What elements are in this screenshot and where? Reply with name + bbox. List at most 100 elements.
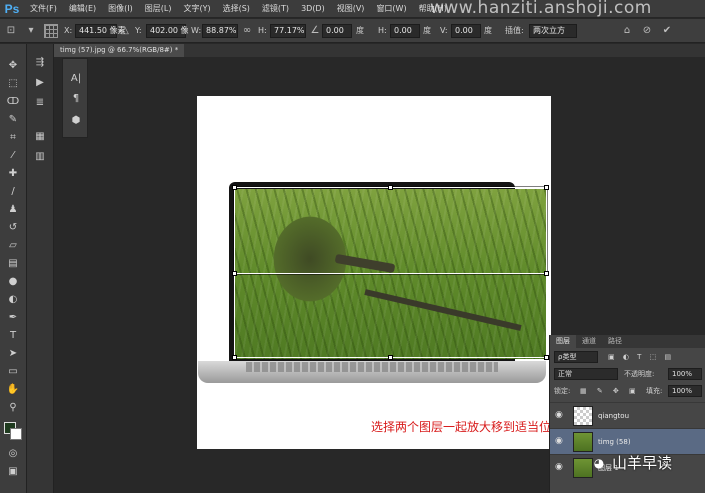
type-tool-icon[interactable]: T bbox=[4, 328, 22, 344]
rifle-scope bbox=[334, 253, 396, 274]
paragraph-icon[interactable]: ¶ bbox=[68, 91, 84, 107]
history-panel-icon[interactable]: ⇶ bbox=[32, 56, 48, 70]
document-tab[interactable]: timg (57).jpg @ 66.7%(RGB/8#) * bbox=[54, 44, 185, 57]
brush-panel-icon[interactable]: ≣ bbox=[32, 96, 48, 110]
x-field[interactable]: 441.50 像素 bbox=[75, 24, 126, 38]
eye-icon[interactable]: ◉ bbox=[555, 410, 565, 420]
skew-unit-v: 度 bbox=[484, 26, 492, 35]
lock-icons[interactable]: ▦ ✎ ✥ ▣ bbox=[580, 385, 640, 397]
hskew-field[interactable]: 0.00 bbox=[390, 24, 420, 38]
relative-delta-icon[interactable]: △ bbox=[118, 24, 132, 38]
history-brush-tool-icon[interactable]: ↺ bbox=[4, 220, 22, 236]
eye-icon[interactable]: ◉ bbox=[555, 462, 565, 472]
menu-file[interactable]: 文件(F) bbox=[24, 0, 63, 18]
hand-tool-icon[interactable]: ✋ bbox=[4, 382, 22, 398]
tab-channels[interactable]: 通道 bbox=[576, 335, 602, 348]
healing-tool-icon[interactable]: ✚ bbox=[4, 166, 22, 182]
screen-mode-icon[interactable]: ▣ bbox=[4, 464, 22, 480]
chevron-down-icon[interactable]: ▾ bbox=[24, 24, 38, 38]
menu-filter[interactable]: 滤镜(T) bbox=[256, 0, 295, 18]
crop-tool-icon[interactable]: ⌗ bbox=[4, 130, 22, 146]
transform-handle-top-left[interactable] bbox=[232, 185, 237, 190]
options-bar: ⊡ ▾ X: 441.50 像素 △ Y: 402.00 像 W: 88.87%… bbox=[0, 19, 705, 43]
3d-cube-icon[interactable]: ⬢ bbox=[68, 113, 84, 129]
background-color-swatch[interactable] bbox=[10, 428, 22, 440]
menu-edit[interactable]: 编辑(E) bbox=[63, 0, 102, 18]
filter-icons[interactable]: ▣ ◐ T ⬚ ▤ bbox=[608, 351, 674, 363]
menu-image[interactable]: 图像(I) bbox=[102, 0, 139, 18]
quick-select-tool-icon[interactable]: ✎ bbox=[4, 112, 22, 128]
quick-mask-icon[interactable]: ◎ bbox=[4, 446, 22, 462]
character-icon[interactable]: A| bbox=[68, 71, 84, 87]
checkmark-icon[interactable]: ✔ bbox=[660, 24, 674, 38]
angle-field[interactable]: 0.00 bbox=[322, 24, 352, 38]
stamp-tool-icon[interactable]: ♟ bbox=[4, 202, 22, 218]
properties-panel-icon[interactable]: ▦ bbox=[32, 130, 48, 144]
transform-handle-left[interactable] bbox=[232, 271, 237, 276]
gradient-tool-icon[interactable]: ▤ bbox=[4, 256, 22, 272]
opacity-label: 不透明度: bbox=[624, 370, 655, 378]
vskew-field[interactable]: 0.00 bbox=[451, 24, 481, 38]
warp-icon[interactable]: ⌂ bbox=[620, 24, 634, 38]
lock-row: 锁定: ▦ ✎ ✥ ▣ 填充: 100% bbox=[550, 384, 705, 399]
sniper-photo-layer[interactable] bbox=[235, 189, 546, 359]
dodge-tool-icon[interactable]: ◐ bbox=[4, 292, 22, 308]
reference-point-icon[interactable] bbox=[44, 24, 58, 38]
menu-3d[interactable]: 3D(D) bbox=[295, 0, 331, 18]
tool-bar: ✥ ⬚ ↀ ✎ ⌗ ⁄ ✚ / ♟ ↺ ▱ ▤ ● ◐ ✒ T ➤ ▭ ✋ ⚲ … bbox=[0, 44, 27, 493]
transform-handle-right[interactable] bbox=[544, 271, 549, 276]
fill-label: 填充: bbox=[646, 387, 663, 395]
tab-paths[interactable]: 路径 bbox=[602, 335, 628, 348]
transform-handle-top-right[interactable] bbox=[544, 185, 549, 190]
tab-layers[interactable]: 图层 bbox=[550, 335, 576, 348]
hskew-label: H: bbox=[378, 26, 387, 35]
fill-field[interactable]: 100% bbox=[668, 385, 702, 397]
angle-unit: 度 bbox=[356, 26, 364, 35]
blur-tool-icon[interactable]: ● bbox=[4, 274, 22, 290]
y-field[interactable]: 402.00 像 bbox=[146, 24, 189, 38]
menu-layer[interactable]: 图层(L) bbox=[139, 0, 178, 18]
skew-unit-h: 度 bbox=[423, 26, 431, 35]
layer-name: timg (58) bbox=[598, 438, 631, 446]
brush-tool-icon[interactable]: / bbox=[4, 184, 22, 200]
transform-handle-bottom[interactable] bbox=[388, 355, 393, 360]
menu-help[interactable]: 帮助(H) bbox=[413, 0, 453, 18]
layer-row[interactable]: ◉ qiangtou bbox=[550, 402, 705, 428]
path-select-tool-icon[interactable]: ➤ bbox=[4, 346, 22, 362]
menu-window[interactable]: 窗口(W) bbox=[370, 0, 412, 18]
opacity-field[interactable]: 100% bbox=[668, 368, 702, 380]
rifle-barrel bbox=[364, 289, 522, 331]
move-tool-icon[interactable]: ✥ bbox=[4, 58, 22, 74]
eyedropper-tool-icon[interactable]: ⁄ bbox=[4, 148, 22, 164]
eye-icon[interactable]: ◉ bbox=[555, 436, 565, 446]
height-field[interactable]: 77.17% bbox=[270, 24, 306, 38]
layer-row-selected[interactable]: ◉ timg (58) bbox=[550, 428, 705, 454]
actions-panel-icon[interactable]: ▶ bbox=[32, 76, 48, 90]
zoom-tool-icon[interactable]: ⚲ bbox=[4, 400, 22, 416]
width-field[interactable]: 88.87% bbox=[202, 24, 238, 38]
menu-type[interactable]: 文字(Y) bbox=[177, 0, 216, 18]
lasso-tool-icon[interactable]: ↀ bbox=[4, 94, 22, 110]
wechat-icon: ◕ bbox=[593, 455, 605, 470]
cancel-icon[interactable]: ⊘ bbox=[640, 24, 654, 38]
transform-handle-bottom-left[interactable] bbox=[232, 355, 237, 360]
pen-tool-icon[interactable]: ✒ bbox=[4, 310, 22, 326]
link-icon[interactable]: ∞ bbox=[240, 24, 254, 38]
layers-panel-tabs: 图层 通道 路径 bbox=[550, 335, 705, 348]
y-label: Y: bbox=[135, 26, 142, 35]
blend-mode-select[interactable]: 正常 bbox=[554, 368, 618, 380]
layer-filter-select[interactable]: ρ类型 bbox=[554, 351, 598, 363]
marquee-tool-icon[interactable]: ⬚ bbox=[4, 76, 22, 92]
transform-tool-icon[interactable]: ⊡ bbox=[4, 24, 18, 38]
shape-tool-icon[interactable]: ▭ bbox=[4, 364, 22, 380]
vskew-label: V: bbox=[440, 26, 448, 35]
adjustments-panel-icon[interactable]: ▥ bbox=[32, 150, 48, 164]
menu-view[interactable]: 视图(V) bbox=[331, 0, 371, 18]
interpolation-select[interactable]: 两次立方 bbox=[529, 24, 577, 38]
menu-select[interactable]: 选择(S) bbox=[217, 0, 256, 18]
blend-row: 正常 不透明度: 100% bbox=[550, 367, 705, 382]
layer-thumbnail bbox=[573, 406, 593, 426]
photoshop-logo: Ps bbox=[4, 1, 20, 16]
eraser-tool-icon[interactable]: ▱ bbox=[4, 238, 22, 254]
transform-handle-top[interactable] bbox=[388, 185, 393, 190]
